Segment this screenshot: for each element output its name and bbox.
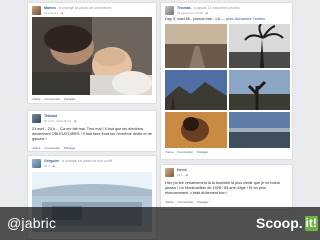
author-handle: @jabric <box>7 215 57 231</box>
like-link[interactable]: J'aime <box>32 146 41 150</box>
photo-highway[interactable] <box>165 24 227 68</box>
photo-grid-illustration <box>165 23 290 148</box>
post-header: Hervé 12 h · ◉ <box>161 165 292 179</box>
post-text: Hier j'ai tiré certainement là la boutei… <box>165 181 280 195</box>
avatar[interactable] <box>165 6 174 15</box>
scoopit-logo: Scoop. it! <box>256 215 318 231</box>
post-text-body: Day 3: road 66 - joshua tree - LA — <box>165 17 225 21</box>
post-author-name[interactable]: Marion <box>44 6 56 10</box>
like-link[interactable]: J'aime <box>165 150 174 154</box>
post-timestamp[interactable]: 22 octobre · ◉ <box>44 11 152 15</box>
post-header-text: Thomas a ajouté 14 nouvelles photos 29 d… <box>177 6 288 15</box>
post-header: Thibaut 20 avril · Saint-Rémi · ◉ <box>28 111 156 125</box>
post-author-name[interactable]: Thibaut <box>44 114 57 118</box>
scoopit-logo-mark: it! <box>304 215 318 231</box>
like-link[interactable]: J'aime <box>165 200 174 204</box>
post-photo[interactable] <box>32 17 152 95</box>
post-card: Thomas a ajouté 14 nouvelles photos 29 d… <box>160 2 293 160</box>
post-header: Marion a changé sa photo de couverture. … <box>28 3 156 17</box>
post-timestamp[interactable]: 20 avril · Saint-Rémi · ◉ <box>44 119 152 123</box>
post-actions: J'aime Commenter Partager <box>161 148 292 157</box>
post-card: Marion a changé sa photo de couverture. … <box>27 2 157 104</box>
photo-grid <box>165 23 290 148</box>
avatar[interactable] <box>32 114 41 123</box>
post-header: Grégoire a changé sa photo de son profil… <box>28 156 156 170</box>
post-header-text: Hervé 12 h · ◉ <box>177 168 288 177</box>
share-link[interactable]: Partager <box>64 97 76 101</box>
post-text: 21 avril - 20 h.... Ça me fait mal. Très… <box>32 127 152 141</box>
photo-couple[interactable] <box>165 112 227 148</box>
post-header-text: Marion a changé sa photo de couverture. … <box>44 6 152 15</box>
post-actions: J'aime Commenter Partager <box>28 144 156 151</box>
like-link[interactable]: J'aime <box>32 97 41 101</box>
share-link[interactable]: Partager <box>64 146 76 150</box>
photo-joshua-tree[interactable] <box>229 70 290 110</box>
share-link[interactable]: Partager <box>197 200 209 204</box>
post-timestamp[interactable]: 29 décembre 10:48 · ◉ <box>177 11 288 15</box>
post-actions: J'aime Commenter Partager <box>161 198 292 207</box>
post-author-name[interactable]: Thomas <box>177 6 191 10</box>
share-link[interactable]: Partager <box>197 150 209 154</box>
avatar[interactable] <box>165 168 174 177</box>
avatar[interactable] <box>32 6 41 15</box>
post-action-text: a changé sa photo de couverture. <box>58 6 113 10</box>
comment-link[interactable]: Commenter <box>44 97 60 101</box>
post-text: Day 3: road 66 - joshua tree - LA — avec… <box>161 17 292 24</box>
post-header: Thomas a ajouté 14 nouvelles photos 29 d… <box>161 3 292 17</box>
post-author-line: Thomas a ajouté 14 nouvelles photos <box>177 6 288 10</box>
post-timestamp[interactable]: 12 h · ◉ <box>177 173 288 177</box>
post-action-text: a changé sa photo de son profil. <box>61 159 114 163</box>
photo-desert-dusk[interactable] <box>229 112 290 148</box>
post-author-name[interactable]: Hervé <box>177 168 187 172</box>
scoopit-logo-text: Scoop. <box>256 215 303 231</box>
post-header-text: Grégoire a changé sa photo de son profil… <box>44 159 152 168</box>
post-author-line: Marion a changé sa photo de couverture. <box>44 6 152 10</box>
post-card: Thibaut 20 avril · Saint-Rémi · ◉ 21 avr… <box>27 110 157 152</box>
avatar[interactable] <box>32 159 41 168</box>
post-header-text: Thibaut 20 avril · Saint-Rémi · ◉ <box>44 114 152 123</box>
photo-landscape[interactable] <box>165 70 227 110</box>
comment-link[interactable]: Commenter <box>44 146 60 150</box>
post-author-line: Grégoire a changé sa photo de son profil… <box>44 159 152 163</box>
post-timestamp[interactable]: 15 h · ◉ <box>44 164 152 168</box>
post-author-line: Thibaut <box>44 114 152 118</box>
post-card: Hervé 12 h · ◉ Hier j'ai tiré certaineme… <box>160 164 293 210</box>
comment-link[interactable]: Commenter <box>177 200 193 204</box>
family-photo-illustration <box>32 17 152 95</box>
post-action-text: a ajouté 14 nouvelles photos <box>193 6 240 10</box>
tagged-friend-link[interactable]: avec Alexandre Tardieu <box>226 17 265 21</box>
post-actions: J'aime Commenter Partager <box>28 95 156 103</box>
photo-palm[interactable] <box>229 23 290 68</box>
post-author-line: Hervé <box>177 168 288 172</box>
comment-link[interactable]: Commenter <box>177 150 193 154</box>
post-author-name[interactable]: Grégoire <box>44 159 59 163</box>
